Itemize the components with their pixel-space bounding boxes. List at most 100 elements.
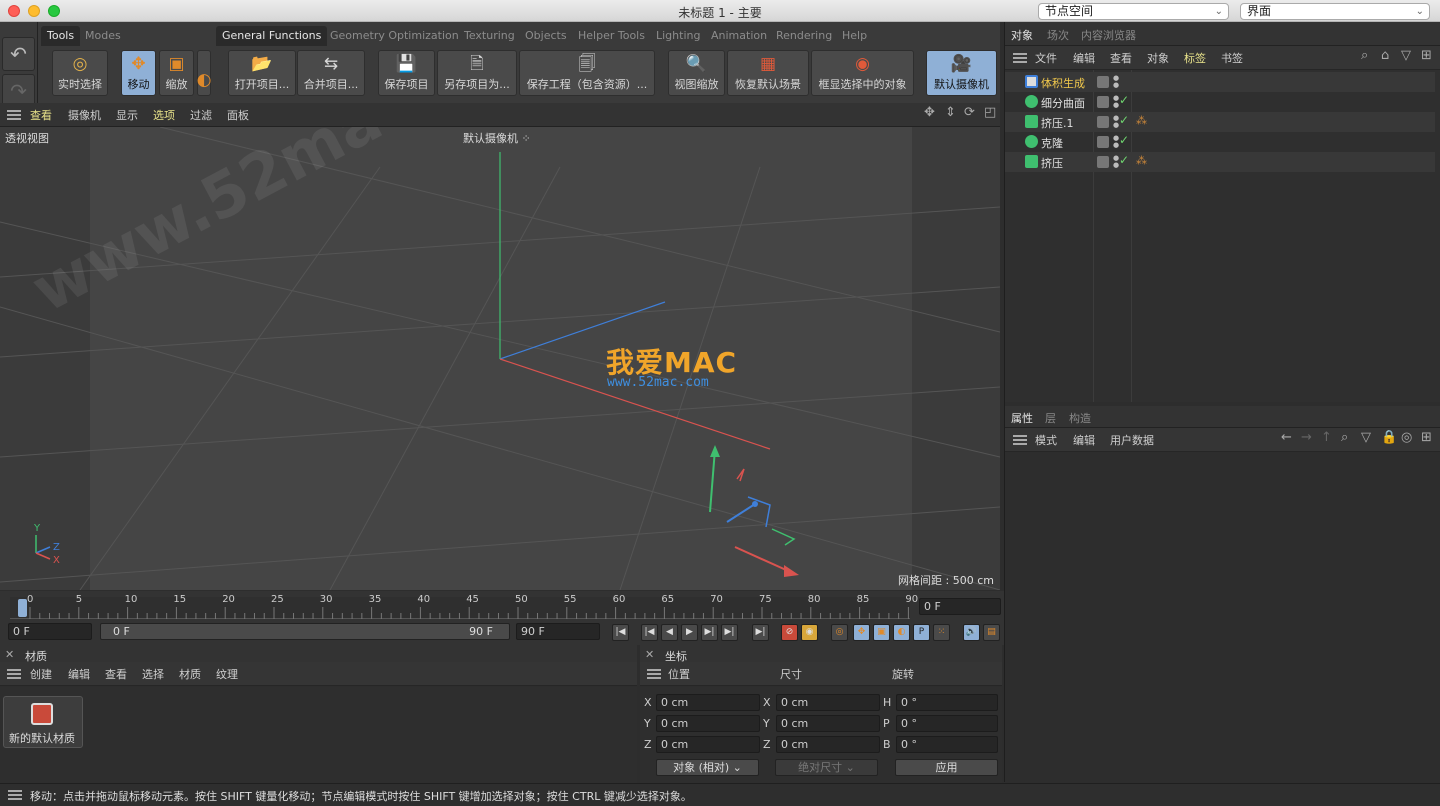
pos-y-field[interactable]: 0 cm: [656, 715, 760, 732]
object-row[interactable]: 挤压 ● ● ✓ ⁂: [1005, 152, 1435, 172]
objects-menu-view[interactable]: 查看: [1110, 50, 1132, 66]
tab-tools[interactable]: Tools: [41, 26, 81, 46]
hamburger-icon[interactable]: [7, 669, 21, 679]
enabled-check-icon[interactable]: ✓: [1119, 153, 1129, 167]
camera-label[interactable]: 默认摄像机 ⁘: [463, 130, 531, 146]
visibility-toggle[interactable]: [1097, 156, 1109, 168]
start-frame-field[interactable]: 0 F: [8, 623, 92, 640]
new-panel-icon[interactable]: ⊞: [1421, 48, 1432, 63]
key-position-button[interactable]: ✥: [853, 624, 870, 641]
next-frame-button[interactable]: ▶|: [701, 624, 718, 641]
hamburger-icon[interactable]: [8, 790, 22, 800]
rotate-view-icon[interactable]: ⟳: [964, 105, 975, 120]
materials-menu-create[interactable]: 创建: [30, 666, 52, 682]
keyframe-selection-button[interactable]: ◎: [831, 624, 848, 641]
tab-objects[interactable]: Objects: [519, 26, 573, 46]
rot-b-field[interactable]: 0 °: [896, 736, 998, 753]
phong-tag-icon[interactable]: ⁂: [1136, 114, 1147, 127]
save-project-assets-button[interactable]: 🗐 保存工程（包含资源）...: [519, 50, 655, 96]
object-row[interactable]: 体积生成 ● ●: [1005, 72, 1435, 92]
render-dots-icon[interactable]: ● ●: [1113, 115, 1119, 129]
hamburger-icon[interactable]: [1013, 435, 1027, 445]
close-icon[interactable]: ✕: [645, 648, 654, 661]
hamburger-icon[interactable]: [647, 669, 661, 679]
save-project-as-button[interactable]: 🗎 另存项目为...: [437, 50, 517, 96]
goto-end-button[interactable]: ▶|: [752, 624, 769, 641]
render-dots-icon[interactable]: ● ●: [1113, 95, 1119, 109]
search-icon[interactable]: ⌕: [1341, 430, 1348, 445]
objects-menu-file[interactable]: 文件: [1035, 50, 1057, 66]
prev-frame-button[interactable]: ◀: [661, 624, 678, 641]
viewport[interactable]: 透视视图 默认摄像机 ⁘ Y Z X 我爱MAC www.52mac.com w…: [0, 127, 1000, 590]
tab-takes[interactable]: 场次: [1047, 27, 1069, 43]
tab-help[interactable]: Help: [836, 26, 873, 46]
objects-menu-edit[interactable]: 编辑: [1073, 50, 1095, 66]
tab-lighting[interactable]: Lighting: [650, 26, 706, 46]
key-scale-button[interactable]: ▣: [873, 624, 890, 641]
attributes-menu-edit[interactable]: 编辑: [1073, 432, 1095, 448]
size-mode-select[interactable]: 绝对尺寸 ⌄: [775, 759, 878, 776]
phong-tag-icon[interactable]: ⁂: [1136, 154, 1147, 167]
restore-default-scene-button[interactable]: ▦ 恢复默认场景: [727, 50, 809, 96]
live-select-button[interactable]: ◎ 实时选择: [52, 50, 108, 96]
tab-helper-tools[interactable]: Helper Tools: [572, 26, 651, 46]
key-parameter-button[interactable]: P: [913, 624, 930, 641]
hamburger-icon[interactable]: [7, 110, 21, 120]
end-frame-field[interactable]: 90 F: [516, 623, 600, 640]
object-row[interactable]: 克隆 ● ● ✓: [1005, 132, 1435, 152]
size-x-field[interactable]: 0 cm: [776, 694, 880, 711]
rot-h-field[interactable]: 0 °: [896, 694, 998, 711]
objects-menu-bookmarks[interactable]: 书签: [1221, 50, 1243, 66]
apply-button[interactable]: 应用: [895, 759, 998, 776]
next-key-button[interactable]: ▶|: [721, 624, 738, 641]
filter-icon[interactable]: ▽: [1361, 430, 1371, 445]
tab-modes[interactable]: Modes: [79, 26, 127, 46]
visibility-toggle[interactable]: [1097, 116, 1109, 128]
prev-key-button[interactable]: |◀: [641, 624, 658, 641]
lock-icon[interactable]: 🔒: [1381, 430, 1397, 445]
view-zoom-button[interactable]: 🔍 视图缩放: [668, 50, 725, 96]
open-project-button[interactable]: 📂 打开项目...: [228, 50, 296, 96]
objects-menu-tags[interactable]: 标签: [1184, 50, 1206, 66]
key-pla-button[interactable]: ⁙: [933, 624, 950, 641]
materials-menu-view[interactable]: 查看: [105, 666, 127, 682]
viewport-menu-filter[interactable]: 过滤: [190, 107, 212, 123]
scale-button[interactable]: ▣ 缩放: [159, 50, 194, 96]
viewport-menu-panel[interactable]: 面板: [227, 107, 249, 123]
visibility-toggle[interactable]: [1097, 136, 1109, 148]
enabled-check-icon[interactable]: ✓: [1119, 93, 1129, 107]
enabled-check-icon[interactable]: ✓: [1119, 133, 1129, 147]
visibility-toggle[interactable]: [1097, 76, 1109, 88]
pos-x-field[interactable]: 0 cm: [656, 694, 760, 711]
object-row[interactable]: 细分曲面 ● ● ✓: [1005, 92, 1435, 112]
tab-rendering[interactable]: Rendering: [770, 26, 838, 46]
default-camera-button[interactable]: 🎥 默认摄像机: [926, 50, 997, 96]
frame-range-slider[interactable]: 0 F 90 F: [100, 623, 510, 640]
viewport-menu-display[interactable]: 显示: [116, 107, 138, 123]
merge-project-button[interactable]: ⇆ 合并项目...: [297, 50, 365, 96]
render-dots-icon[interactable]: ● ●: [1113, 75, 1119, 89]
layout-select[interactable]: 界面 ⌄: [1240, 3, 1430, 20]
move-button[interactable]: ✥ 移动: [121, 50, 156, 96]
current-frame-field[interactable]: 0 F: [919, 598, 1001, 615]
node-space-select[interactable]: 节点空间 ⌄: [1038, 3, 1229, 20]
render-dots-icon[interactable]: ● ●: [1113, 155, 1119, 169]
maximize-view-icon[interactable]: ◰: [984, 105, 996, 120]
record-button[interactable]: ⊘: [781, 624, 798, 641]
filter-icon[interactable]: ▽: [1401, 48, 1411, 63]
key-rotation-button[interactable]: ◐: [893, 624, 910, 641]
tab-content-browser[interactable]: 内容浏览器: [1081, 27, 1136, 43]
hamburger-icon[interactable]: [1013, 53, 1027, 63]
objects-menu-object[interactable]: 对象: [1147, 50, 1169, 66]
up-arrow-icon[interactable]: ↑: [1321, 430, 1332, 445]
target-icon[interactable]: ◎: [1401, 430, 1412, 445]
timeline-layout-button[interactable]: ▤: [983, 624, 1000, 641]
attributes-menu-userdata[interactable]: 用户数据: [1110, 432, 1154, 448]
play-button[interactable]: ▶: [681, 624, 698, 641]
viewport-menu-camera[interactable]: 摄像机: [68, 107, 101, 123]
coordinate-mode-select[interactable]: 对象 (相对) ⌄: [656, 759, 759, 776]
tab-structure[interactable]: 构造: [1069, 410, 1091, 426]
new-default-material-tile[interactable]: 新的默认材质: [3, 696, 83, 748]
attributes-menu-mode[interactable]: 模式: [1035, 432, 1057, 448]
materials-menu-edit[interactable]: 编辑: [68, 666, 90, 682]
